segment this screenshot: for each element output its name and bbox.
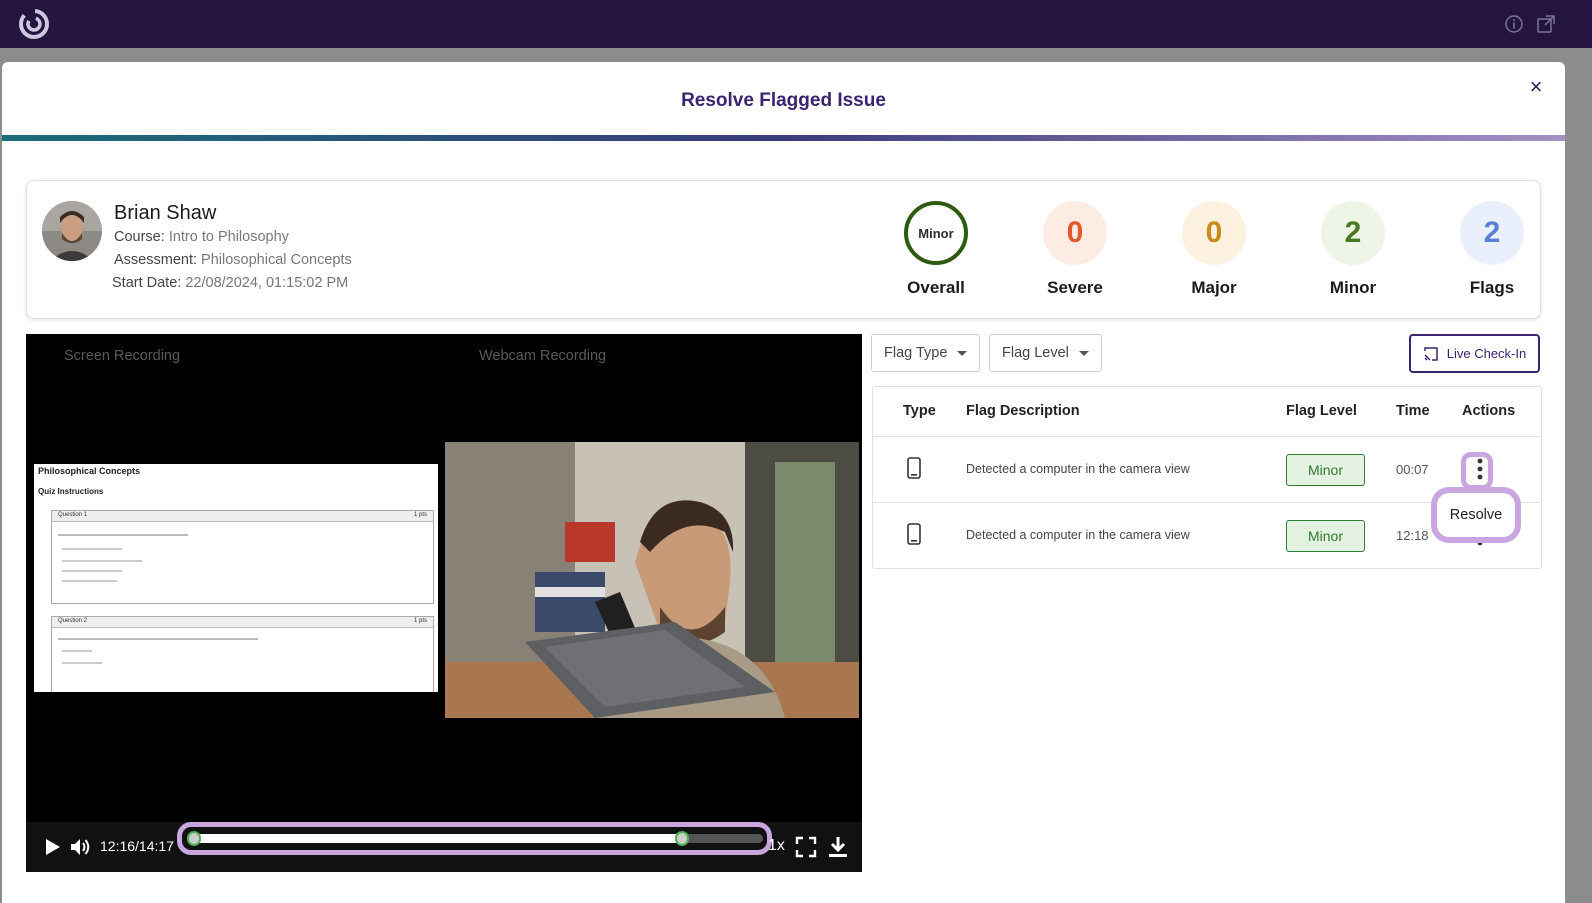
quiz-title: Philosophical Concepts: [38, 466, 141, 476]
quiz-subtitle: Quiz Instructions: [38, 487, 104, 496]
info-icon[interactable]: [1504, 14, 1524, 34]
stat-severe-value: 0: [1043, 201, 1107, 265]
stat-severe: 0 Severe: [1030, 201, 1120, 301]
play-icon[interactable]: [40, 835, 64, 859]
stat-flags-value: 2: [1460, 201, 1524, 265]
assessment-value: Philosophical Concepts: [201, 252, 352, 268]
fullscreen-icon[interactable]: [794, 835, 818, 859]
stat-minor: 2 Minor: [1308, 201, 1398, 301]
stat-minor-label: Minor: [1329, 278, 1377, 297]
video-player[interactable]: Screen Recording Webcam Recording Philos…: [26, 334, 862, 872]
question-2-label: Question 2: [58, 618, 88, 624]
avatar-photo-icon: [42, 201, 102, 261]
chevron-down-icon: [957, 350, 968, 356]
mobile-device-icon: [907, 523, 921, 545]
flag-time[interactable]: 00:07: [1396, 462, 1429, 477]
seek-start-handle[interactable]: [187, 831, 201, 846]
flag-description: Detected a computer in the camera view: [966, 528, 1190, 542]
webcam-recording-frame: [445, 442, 859, 718]
stat-major: 0 Major: [1169, 201, 1259, 301]
question-2-points: 1 pts: [413, 618, 427, 624]
webcam-photo-icon: [445, 442, 859, 718]
header-actions: Actions: [1462, 403, 1516, 419]
cast-icon: [1424, 346, 1438, 361]
title-divider: [2, 135, 1565, 141]
avatar: [42, 201, 102, 261]
course-value: Intro to Philosophy: [168, 229, 289, 245]
time-display: 12:16/14:17: [100, 838, 174, 854]
resolve-label: Resolve: [1449, 507, 1503, 523]
live-check-in-button[interactable]: Live Check-In: [1409, 334, 1540, 373]
flag-time[interactable]: 12:18: [1396, 528, 1429, 543]
start-date-value: 22/08/2024, 01:15:02 PM: [185, 275, 349, 291]
start-date-line: Start Date: 22/08/2024, 01:15:02 PM: [112, 275, 348, 291]
stat-major-label: Major: [1191, 278, 1237, 297]
swirl-logo-icon[interactable]: [16, 6, 52, 42]
download-icon[interactable]: [826, 835, 850, 859]
mobile-device-icon: [907, 457, 921, 479]
stat-overall: Minor Overall: [891, 201, 981, 301]
stat-major-value: 0: [1182, 201, 1246, 265]
stat-flags: 2 Flags: [1447, 201, 1537, 301]
video-controls: 12:16/14:17 1x: [26, 822, 862, 872]
resolve-menu-item[interactable]: Resolve: [1431, 487, 1521, 543]
stat-minor-value: 2: [1321, 201, 1385, 265]
stat-severe-label: Severe: [1047, 278, 1103, 297]
header-type: Type: [903, 403, 936, 419]
app-topbar: [0, 0, 1592, 48]
modal-title: Resolve Flagged Issue: [681, 90, 886, 111]
assessment-label: Assessment:: [114, 252, 197, 268]
stat-flags-label: Flags: [1469, 278, 1515, 297]
start-date-label: Start Date:: [112, 275, 182, 291]
header-time: Time: [1396, 403, 1430, 419]
flag-type-filter[interactable]: Flag Type: [871, 334, 981, 372]
flag-level-badge: Minor: [1286, 520, 1365, 552]
flag-level-filter[interactable]: Flag Level: [989, 334, 1102, 372]
resolve-modal: Resolve Flagged Issue × Brian Shaw Cours…: [2, 62, 1565, 903]
kebab-highlight: [1461, 452, 1493, 490]
external-link-icon[interactable]: [1536, 14, 1556, 34]
close-button[interactable]: ×: [1523, 74, 1549, 100]
screen-recording-label: Screen Recording: [64, 348, 181, 364]
flag-description: Detected a computer in the camera view: [966, 462, 1190, 476]
flag-level-badge: Minor: [1286, 454, 1365, 486]
assessment-line: Assessment: Philosophical Concepts: [114, 252, 352, 268]
question-2-box: Question 2 1 pts: [51, 616, 434, 692]
seek-bar[interactable]: [187, 831, 763, 846]
live-check-in-label: Live Check-In: [1446, 346, 1527, 361]
header-level: Flag Level: [1286, 403, 1357, 419]
student-summary-card: Brian Shaw Course: Intro to Philosophy A…: [26, 180, 1541, 319]
webcam-recording-label: Webcam Recording: [479, 348, 607, 364]
screen-recording-frame: Philosophical Concepts Quiz Instructions…: [34, 464, 438, 692]
playback-speed[interactable]: 1x: [768, 837, 785, 855]
question-1-points: 1 pts: [413, 512, 427, 518]
stat-overall-label: Overall: [907, 278, 965, 297]
stat-overall-value: Minor: [904, 201, 968, 265]
student-name: Brian Shaw: [114, 202, 217, 224]
flag-level-filter-label: Flag Level: [1002, 345, 1069, 361]
question-1-box: Question 1 1 pts: [51, 510, 434, 604]
course-line: Course: Intro to Philosophy: [114, 229, 289, 245]
question-1-label: Question 1: [58, 512, 88, 518]
course-label: Course:: [114, 229, 165, 245]
header-description: Flag Description: [966, 403, 1080, 419]
seek-bar-progress: [187, 834, 683, 843]
chevron-down-icon: [1078, 350, 1089, 356]
flag-type-filter-label: Flag Type: [884, 345, 948, 361]
volume-icon[interactable]: [68, 835, 92, 859]
